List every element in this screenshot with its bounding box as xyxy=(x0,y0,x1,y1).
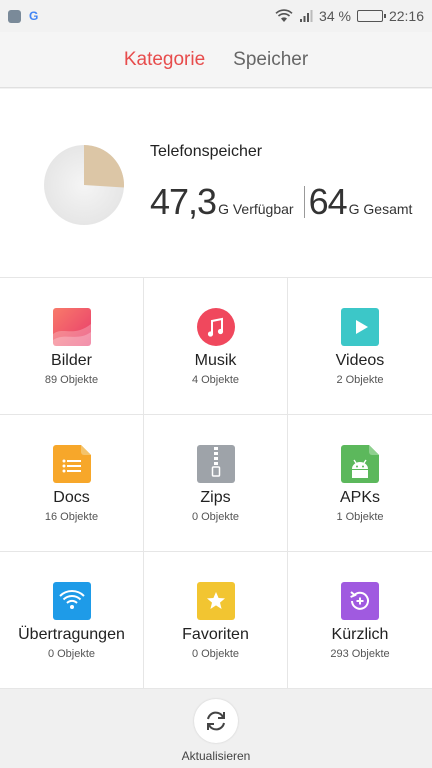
tab-kategorie[interactable]: Kategorie xyxy=(124,49,205,71)
values-divider xyxy=(303,186,305,218)
wifi-transfer-icon xyxy=(52,582,91,620)
available-label: G Verfügbar xyxy=(218,201,294,217)
category-kuerzlich[interactable]: Kürzlich 293 Objekte xyxy=(288,552,432,689)
category-count: 0 Objekte xyxy=(47,648,96,660)
wifi-icon xyxy=(275,9,293,22)
refresh-button[interactable] xyxy=(194,699,238,743)
music-icon xyxy=(196,308,235,346)
category-label: Kürzlich xyxy=(331,626,389,643)
category-docs[interactable]: Docs 16 Objekte xyxy=(0,415,144,552)
refresh-label: Aktualisieren xyxy=(181,749,251,763)
category-count: 1 Objekte xyxy=(336,511,384,523)
tab-bar: Kategorie Speicher xyxy=(0,32,432,88)
bottom-bar: Aktualisieren xyxy=(0,689,432,768)
battery-percent: 34 % xyxy=(319,8,351,24)
tab-speicher[interactable]: Speicher xyxy=(233,49,308,71)
storage-pie-chart xyxy=(44,145,124,225)
notification-app-icon xyxy=(8,9,21,23)
category-label: Übertragungen xyxy=(18,626,125,643)
category-count: 89 Objekte xyxy=(44,374,99,386)
docs-icon xyxy=(52,445,91,483)
category-musik[interactable]: Musik 4 Objekte xyxy=(144,278,288,415)
clock: 22:16 xyxy=(388,8,424,24)
category-uebertragungen[interactable]: Übertragungen 0 Objekte xyxy=(0,552,144,689)
refresh-icon xyxy=(207,711,225,731)
recent-icon xyxy=(341,582,379,620)
category-favoriten[interactable]: Favoriten 0 Objekte xyxy=(144,552,288,689)
status-right: 34 % 22:16 xyxy=(275,8,424,24)
storage-title: Telefonspeicher xyxy=(150,143,263,160)
category-apks[interactable]: APKs 1 Objekte xyxy=(288,415,432,552)
category-label: Bilder xyxy=(51,352,92,369)
category-count: 2 Objekte xyxy=(336,374,384,386)
category-label: APKs xyxy=(339,489,380,506)
storage-values: 47,3 G Verfügbar 64 G Gesamt xyxy=(150,181,412,223)
storage-summary[interactable]: Telefonspeicher 47,3 G Verfügbar 64 G Ge… xyxy=(0,89,432,278)
category-count: 0 Objekte xyxy=(191,511,240,523)
google-notification-icon: G xyxy=(29,9,39,23)
category-label: Videos xyxy=(335,352,385,369)
status-bar: G 34 % 22:16 xyxy=(0,0,432,32)
category-label: Zips xyxy=(200,489,231,506)
category-label: Docs xyxy=(53,489,90,506)
category-count: 16 Objekte xyxy=(44,511,99,523)
category-label: Favoriten xyxy=(182,626,249,643)
android-icon xyxy=(341,445,379,483)
total-label: G Gesamt xyxy=(348,201,413,217)
zip-icon xyxy=(196,445,235,483)
images-icon xyxy=(52,308,91,346)
category-count: 4 Objekte xyxy=(191,374,240,386)
category-zips[interactable]: Zips 0 Objekte xyxy=(144,415,288,552)
available-value: 47,3 xyxy=(150,181,217,222)
status-left: G xyxy=(8,9,38,23)
total-value: 64 xyxy=(308,181,348,222)
category-count: 0 Objekte xyxy=(191,648,240,660)
category-videos[interactable]: Videos 2 Objekte xyxy=(288,278,432,415)
videos-icon xyxy=(341,308,379,346)
battery-icon xyxy=(356,10,386,22)
star-icon xyxy=(196,582,235,620)
category-bilder[interactable]: Bilder 89 Objekte xyxy=(0,278,144,415)
category-label: Musik xyxy=(194,352,237,369)
category-count: 293 Objekte xyxy=(330,648,390,660)
signal-icon xyxy=(300,10,313,22)
category-grid: Bilder 89 Objekte Musik 4 Objekte Videos… xyxy=(0,278,432,689)
pie-used-slice xyxy=(84,145,124,188)
